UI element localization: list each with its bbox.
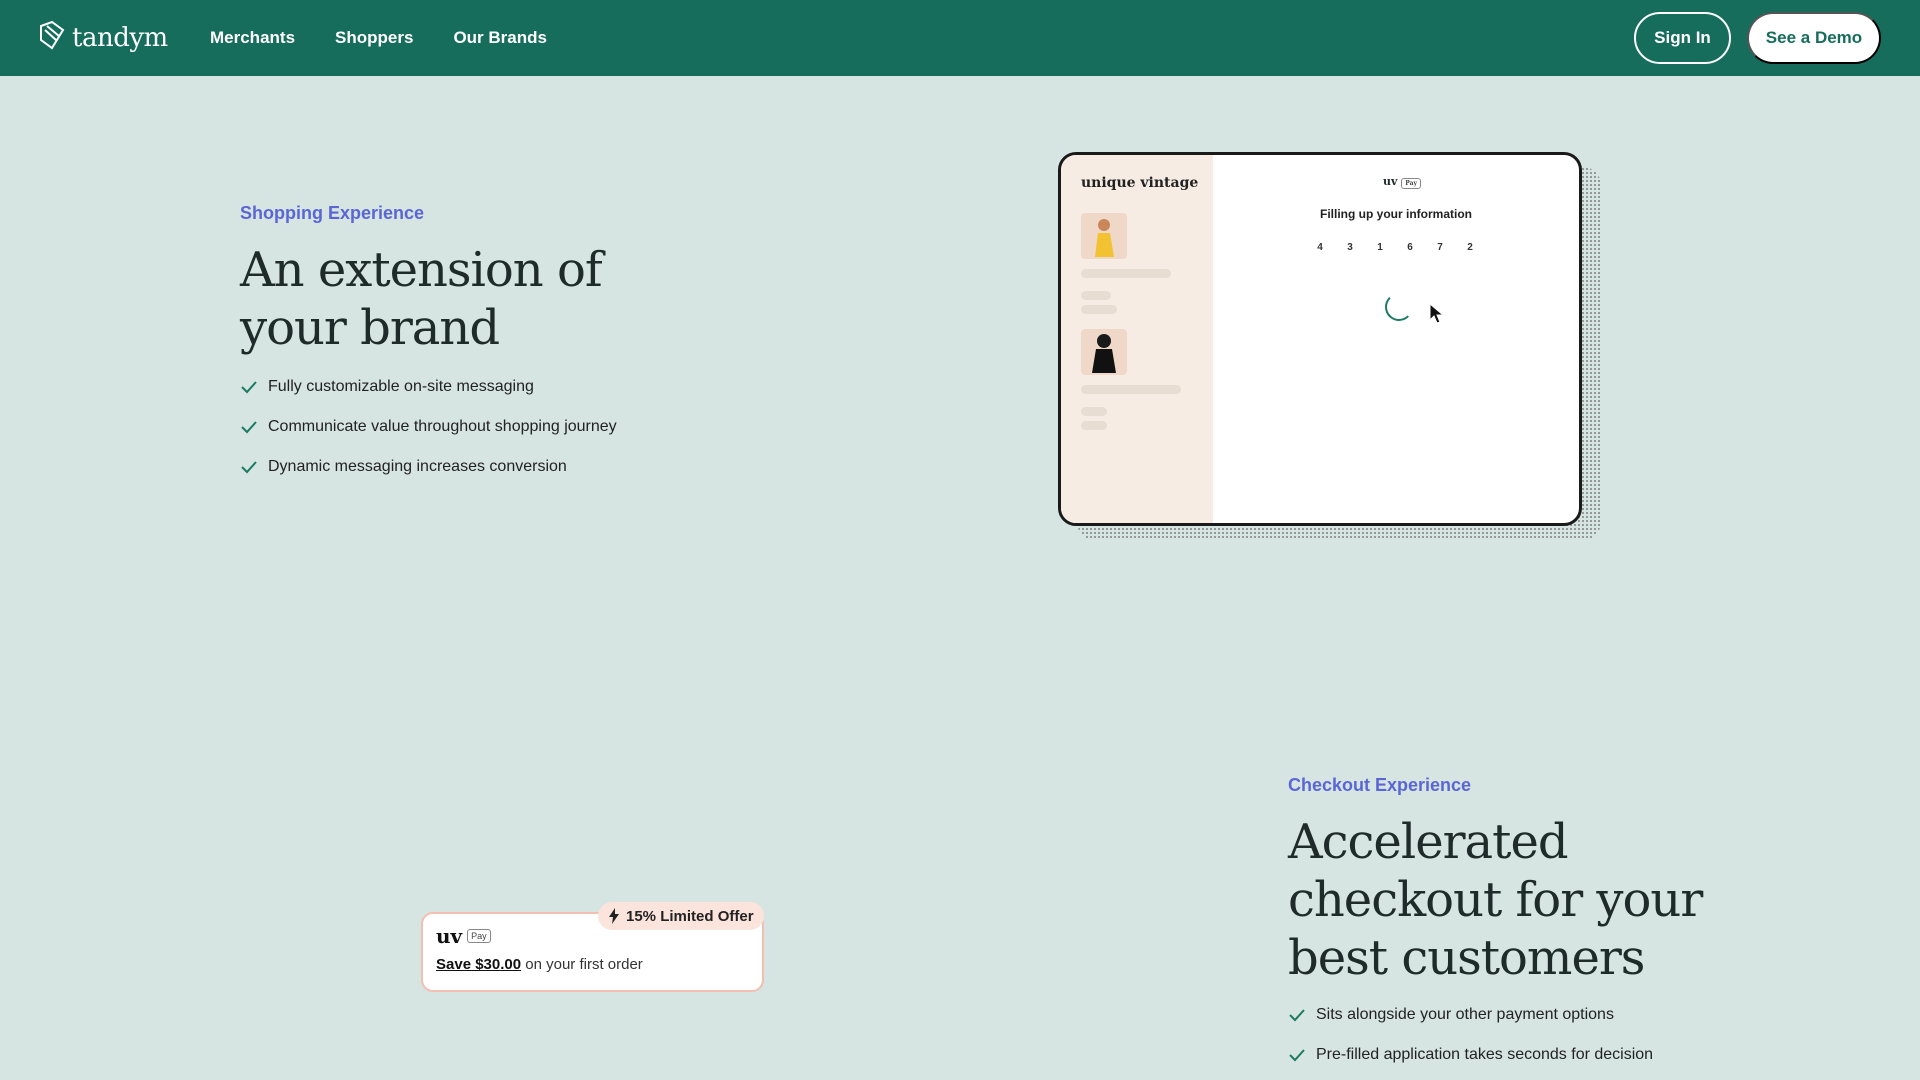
lightning-bolt-icon [609,908,619,924]
tandym-logo[interactable]: tandym [38,20,168,55]
tandym-logo-icon [38,20,66,55]
verification-code-row: 4 3 1 6 7 2 [1313,242,1477,253]
feature-item: Pre-filled application takes seconds for… [1288,1035,1653,1075]
mini-logo-text: uv [1383,175,1398,188]
nav-link-our-brands[interactable]: Our Brands [453,28,547,48]
feature-item: Fully customizable on-site messaging [240,367,617,407]
check-icon [241,381,257,394]
device-form-panel: uv Pay Filling up your information 4 3 1… [1213,155,1579,523]
code-digit: 3 [1347,242,1353,253]
uv-logo-text: uv [436,924,463,948]
shopping-eyebrow: Shopping Experience [240,203,425,223]
code-digit: 6 [1407,242,1413,253]
feature-text: Communicate value throughout shopping jo… [268,418,617,435]
feature-text: Pre-filled application takes seconds for… [1316,1046,1654,1063]
headline-line: checkout for your [1288,872,1703,928]
store-brand-name: unique vintage [1081,175,1199,191]
offer-message: Save $30.00 on your first order [436,956,643,973]
feature-text: Fully customizable on-site messaging [268,378,534,395]
placeholder-line [1081,305,1117,314]
headline-line: your brand [240,300,500,356]
offer-badge-text: 15% Limited Offer [626,907,754,925]
offer-rest-text: on your first order [521,956,643,973]
placeholder-line [1081,385,1181,394]
save-amount-link[interactable]: Save $30.00 [436,956,521,973]
feature-text: Sits alongside your other payment option… [1316,1006,1614,1023]
check-icon [241,421,257,434]
see-demo-button[interactable]: See a Demo [1747,12,1881,64]
logo-wordmark: tandym [72,22,168,53]
checkout-feature-list: Sits alongside your other payment option… [1288,995,1653,1075]
loading-spinner-icon [1385,293,1413,321]
headline-line: Accelerated [1288,814,1569,870]
code-digit: 4 [1317,242,1323,253]
feature-item: Sits alongside your other payment option… [1288,995,1653,1035]
placeholder-line [1081,421,1107,430]
checkout-headline: Accelerated checkout for your best custo… [1288,813,1703,987]
sign-in-button[interactable]: Sign In [1634,12,1731,64]
check-icon [1289,1049,1305,1062]
feature-text: Dynamic messaging increases conversion [268,458,567,475]
product-image-yellow-dress [1081,213,1127,259]
headline-line: best customers [1288,930,1645,986]
uv-pay-logo: uv Pay [436,924,491,948]
placeholder-line [1081,291,1111,300]
checkout-eyebrow: Checkout Experience [1288,775,1472,795]
shopping-headline: An extension of your brand [240,241,603,357]
code-digit: 1 [1377,242,1383,253]
pay-tag: Pay [467,929,491,943]
device-mockup: unique vintage uv Pay Filling up your in… [1058,152,1582,526]
feature-item: Dynamic messaging increases conversion [240,447,617,487]
shopping-feature-list: Fully customizable on-site messaging Com… [240,367,617,487]
nav-link-merchants[interactable]: Merchants [210,28,295,48]
check-icon [241,461,257,474]
headline-line: An extension of [240,242,603,298]
top-navbar: tandym Merchants Shoppers Our Brands Sig… [0,0,1920,76]
mouse-pointer-icon [1429,303,1445,324]
placeholder-line [1081,269,1171,278]
check-icon [1289,1009,1305,1022]
feature-item: Communicate value throughout shopping jo… [240,407,617,447]
code-digit: 2 [1467,242,1473,253]
code-digit: 7 [1437,242,1443,253]
product-image-black-top [1081,329,1127,375]
main-nav: Merchants Shoppers Our Brands [210,0,547,76]
device-product-panel: unique vintage [1061,155,1213,523]
placeholder-line [1081,407,1107,416]
nav-link-shoppers[interactable]: Shoppers [335,28,413,48]
mini-pay-tag: Pay [1401,178,1421,189]
limited-offer-badge: 15% Limited Offer [598,902,764,930]
mini-uv-logo: uv Pay [1383,175,1421,189]
form-status-title: Filling up your information [1320,207,1472,221]
